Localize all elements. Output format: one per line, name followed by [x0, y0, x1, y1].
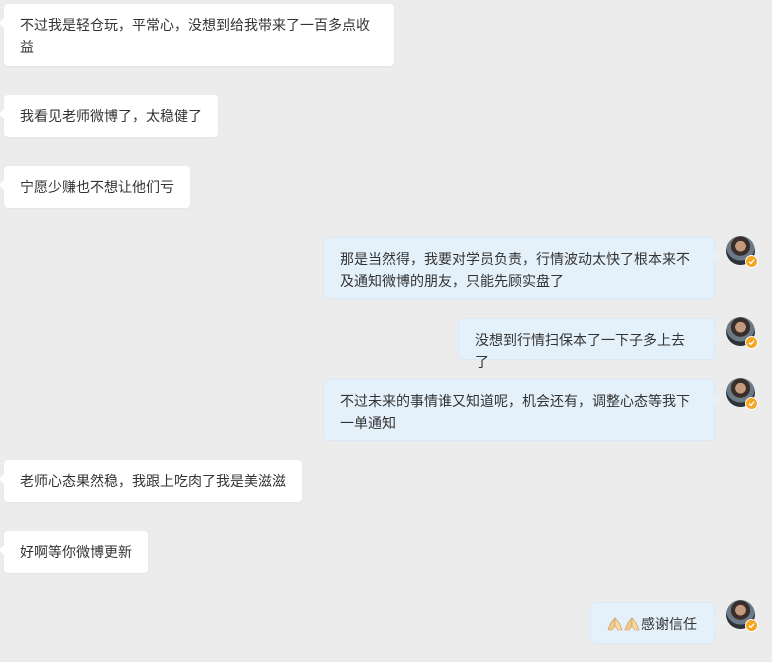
message-text: 不过未来的事情谁又知道呢，机会还有，调整心态等我下一单通知: [340, 394, 690, 432]
verified-badge-icon: [745, 619, 758, 632]
incoming-message-bubble[interactable]: 宁愿少赚也不想让他们亏: [0, 166, 190, 208]
verified-badge-icon: [745, 336, 758, 349]
incoming-message-bubble[interactable]: 好啊等你微博更新: [0, 531, 148, 573]
message-text: 没想到行情扫保本了一下子多上去了: [475, 333, 685, 371]
sender-avatar[interactable]: [726, 236, 758, 268]
message-text: 好啊等你微博更新: [20, 545, 132, 561]
message-text: 感谢信任: [641, 617, 697, 633]
incoming-message-bubble[interactable]: 我看见老师微博了，太稳健了: [0, 95, 218, 137]
message-text: 老师心态果然稳，我跟上吃肉了我是美滋滋: [20, 474, 286, 490]
folded-hands-icon: [607, 616, 623, 632]
folded-hands-icon: [624, 616, 640, 632]
verified-badge-icon: [745, 397, 758, 410]
sender-avatar[interactable]: [726, 600, 758, 632]
message-text: 宁愿少赚也不想让他们亏: [20, 180, 174, 196]
outgoing-message-bubble[interactable]: 没想到行情扫保本了一下子多上去了: [458, 318, 720, 371]
chat-message-list[interactable]: 不过我是轻仓玩，平常心，没想到给我带来了一百多点收益 我看见老师微博了，太稳健了…: [0, 0, 772, 662]
outgoing-message-bubble[interactable]: 感谢信任: [590, 602, 720, 644]
message-text: 我看见老师微博了，太稳健了: [20, 109, 202, 125]
sender-avatar[interactable]: [726, 378, 758, 410]
incoming-message-bubble[interactable]: 不过我是轻仓玩，平常心，没想到给我带来了一百多点收益: [0, 4, 394, 66]
message-text: 那是当然得，我要对学员负责，行情波动太快了根本来不及通知微博的朋友，只能先顾实盘…: [340, 252, 690, 290]
verified-badge-icon: [745, 255, 758, 268]
incoming-message-bubble[interactable]: 老师心态果然稳，我跟上吃肉了我是美滋滋: [0, 460, 302, 502]
sender-avatar[interactable]: [726, 317, 758, 349]
outgoing-message-bubble[interactable]: 那是当然得，我要对学员负责，行情波动太快了根本来不及通知微博的朋友，只能先顾实盘…: [323, 237, 720, 299]
message-text: 不过我是轻仓玩，平常心，没想到给我带来了一百多点收益: [20, 18, 370, 56]
outgoing-message-bubble[interactable]: 不过未来的事情谁又知道呢，机会还有，调整心态等我下一单通知: [323, 379, 720, 441]
